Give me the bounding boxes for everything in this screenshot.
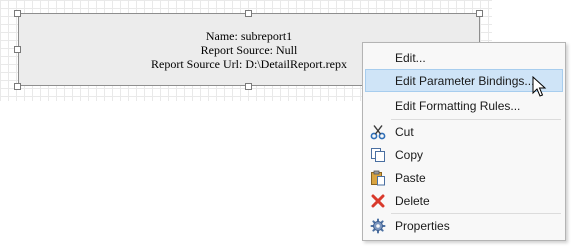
menu-item-copy[interactable]: Copy (365, 143, 563, 166)
menu-item-edit-parameter-bindings-label: Edit Parameter Bindings... (395, 73, 535, 88)
menu-item-properties-label: Properties (395, 218, 450, 233)
scissors-icon (370, 124, 386, 140)
resize-handle-top-right[interactable] (476, 10, 483, 17)
menu-item-edit-formatting-rules-label: Edit Formatting Rules... (395, 98, 521, 113)
menu-item-delete-label: Delete (395, 193, 430, 208)
resize-handle-middle-left[interactable] (14, 46, 21, 53)
menu-item-paste-label: Paste (395, 170, 426, 185)
copy-icon (370, 147, 386, 163)
menu-item-delete[interactable]: Delete (365, 189, 563, 212)
menu-item-edit[interactable]: Edit... (365, 46, 563, 69)
menu-item-properties[interactable]: Properties (365, 214, 563, 237)
menu-item-copy-label: Copy (395, 147, 424, 162)
resize-handle-top-center[interactable] (245, 10, 252, 17)
resize-handle-top-left[interactable] (14, 10, 21, 17)
menu-item-paste[interactable]: Paste (365, 166, 563, 189)
mouse-pointer-icon (532, 75, 548, 98)
subreport-source-text: Report Source: Null (200, 42, 298, 57)
subreport-name-text: Name: subreport1 (205, 28, 293, 43)
subreport-source-url-text: Report Source Url: D:\DetailReport.repx (151, 56, 347, 71)
paste-icon (370, 170, 386, 186)
delete-x-icon (370, 193, 386, 209)
menu-item-cut-label: Cut (395, 124, 414, 139)
resize-handle-bottom-left[interactable] (14, 83, 21, 90)
menu-item-cut[interactable]: Cut (365, 120, 563, 143)
gear-icon (370, 218, 386, 234)
context-menu: Edit... Edit Parameter Bindings... Edit … (362, 42, 566, 241)
menu-item-edit-label: Edit... (395, 50, 426, 65)
resize-handle-bottom-center[interactable] (245, 83, 252, 90)
